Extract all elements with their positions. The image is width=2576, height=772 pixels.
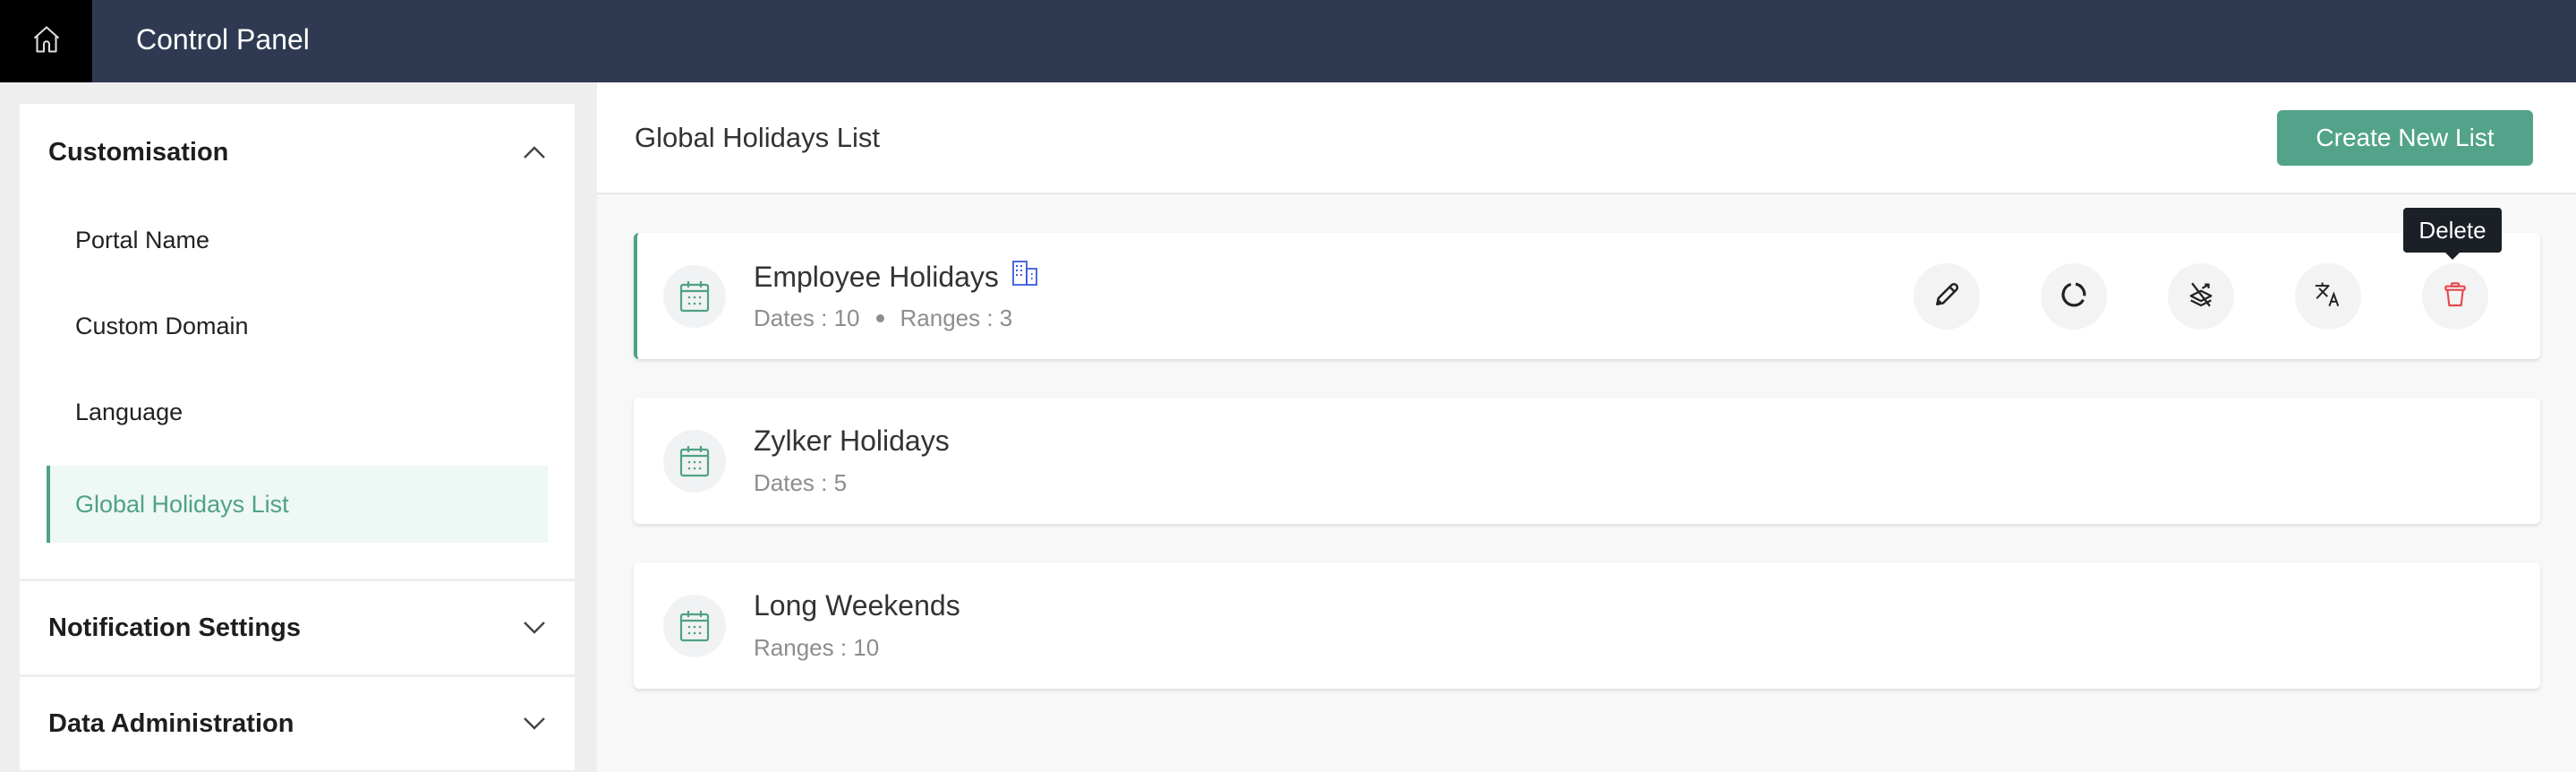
sidebar-item-label: Custom Domain bbox=[75, 312, 249, 339]
list-name: Employee Holidays bbox=[754, 260, 999, 293]
delete-tooltip: Delete bbox=[2403, 208, 2502, 260]
circle-refresh-icon bbox=[2060, 280, 2088, 313]
sidebar: Customisation Portal Name Custom Domain … bbox=[20, 104, 575, 772]
pencil-icon bbox=[1932, 280, 1961, 313]
section-label: Notification Settings bbox=[48, 613, 301, 642]
list-card-long-weekends[interactable]: Long Weekends Ranges : 10 bbox=[634, 562, 2540, 689]
top-bar: Control Panel bbox=[0, 0, 2576, 82]
home-button[interactable] bbox=[0, 0, 92, 82]
translate-button[interactable] bbox=[2295, 263, 2361, 330]
list-card-employee-holidays[interactable]: Employee Holidays Dates : 10 Ranges : 3 bbox=[634, 233, 2540, 359]
translate-icon bbox=[2313, 279, 2343, 314]
main-header: Global Holidays List Create New List bbox=[597, 82, 2576, 194]
separator-dot bbox=[875, 314, 884, 322]
sidebar-item-language[interactable]: Language bbox=[47, 369, 548, 455]
sidebar-item-label: Language bbox=[75, 398, 183, 425]
home-icon bbox=[30, 23, 63, 60]
layers-off-icon bbox=[2186, 279, 2216, 314]
holiday-lists: Employee Holidays Dates : 10 Ranges : 3 bbox=[634, 233, 2540, 727]
list-dates-count: Dates : 10 bbox=[754, 305, 860, 331]
create-new-list-button[interactable]: Create New List bbox=[2277, 110, 2533, 166]
sidebar-item-custom-domain[interactable]: Custom Domain bbox=[47, 283, 548, 369]
list-name: Zylker Holidays bbox=[754, 425, 950, 457]
unassociate-button[interactable] bbox=[2168, 263, 2234, 330]
sidebar-item-global-holidays-list[interactable]: Global Holidays List bbox=[47, 466, 548, 543]
sidebar-item-label: Portal Name bbox=[75, 226, 210, 253]
page-title: Global Holidays List bbox=[635, 122, 880, 153]
sidebar-section-customisation: Customisation Portal Name Custom Domain … bbox=[20, 104, 575, 579]
calendar-icon bbox=[663, 430, 726, 493]
list-ranges-count: Ranges : 10 bbox=[754, 634, 880, 661]
sidebar-item-portal-name[interactable]: Portal Name bbox=[47, 197, 548, 283]
edit-button[interactable] bbox=[1914, 263, 1980, 330]
list-actions bbox=[1914, 263, 2488, 330]
sidebar-section-data-administration: Data Administration bbox=[20, 677, 575, 770]
chevron-down-icon bbox=[521, 710, 548, 737]
calendar-icon bbox=[663, 595, 726, 657]
section-header-customisation[interactable]: Customisation bbox=[20, 104, 575, 197]
chevron-down-icon bbox=[521, 614, 548, 641]
trash-icon bbox=[2441, 280, 2469, 313]
section-header-notification-settings[interactable]: Notification Settings bbox=[20, 581, 575, 674]
delete-button[interactable] bbox=[2422, 263, 2488, 330]
list-name: Long Weekends bbox=[754, 589, 960, 622]
section-label: Customisation bbox=[48, 137, 229, 167]
chevron-up-icon bbox=[521, 139, 548, 166]
list-dates-count: Dates : 5 bbox=[754, 469, 848, 496]
section-label: Data Administration bbox=[48, 708, 294, 738]
section-header-data-administration[interactable]: Data Administration bbox=[20, 677, 575, 770]
reset-button[interactable] bbox=[2041, 263, 2107, 330]
sidebar-item-label: Global Holidays List bbox=[75, 490, 289, 518]
list-ranges-count: Ranges : 3 bbox=[900, 305, 1013, 331]
organization-building-icon bbox=[1011, 260, 1038, 294]
list-card-zylker-holidays[interactable]: Zylker Holidays Dates : 5 bbox=[634, 398, 2540, 524]
calendar-icon bbox=[663, 265, 726, 328]
app-title: Control Panel bbox=[136, 23, 310, 56]
sidebar-section-notification-settings: Notification Settings bbox=[20, 581, 575, 674]
